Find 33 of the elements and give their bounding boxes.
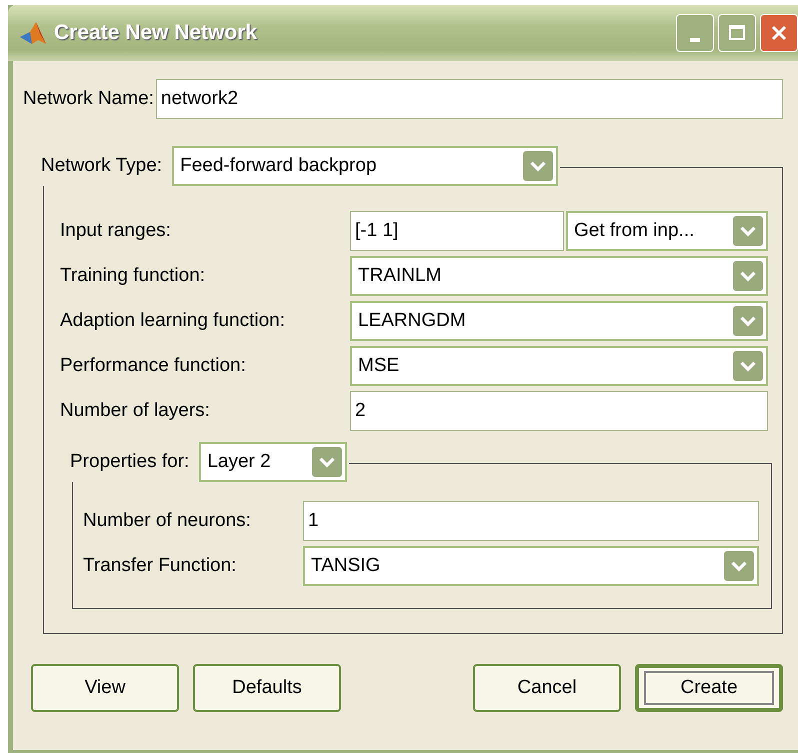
dialog-button[interactable]: View — [31, 664, 179, 712]
minimize-button[interactable] — [676, 14, 714, 52]
function-dropdown[interactable]: MSE — [350, 346, 768, 386]
number-field[interactable]: 1 — [303, 500, 759, 540]
dialog-button[interactable]: Defaults — [193, 664, 341, 712]
field-label: Network Name: — [23, 88, 154, 110]
dialog-button[interactable]: Cancel — [473, 664, 621, 712]
dialog-button[interactable]: Create — [635, 664, 783, 712]
field-label: Input ranges: — [60, 220, 172, 242]
number-field[interactable]: 2 — [350, 390, 768, 430]
window-title: Create New Network — [54, 21, 258, 45]
input-ranges-field[interactable]: [-1 1] — [350, 210, 564, 250]
function-dropdown[interactable]: TRAINLM — [350, 256, 768, 296]
minimize-icon — [690, 38, 700, 42]
source-dropdown[interactable]: Get from inp... — [566, 210, 768, 250]
field-label: Number of layers: — [60, 400, 211, 422]
network-name-field[interactable]: network2 — [156, 79, 783, 119]
layer-dropdown[interactable]: Layer 2 — [199, 442, 348, 482]
maximize-icon — [727, 23, 747, 43]
group-label: Properties for: — [70, 451, 190, 473]
field-label: Training function: — [60, 264, 206, 286]
maximize-button[interactable] — [718, 14, 756, 52]
close-button[interactable] — [760, 14, 798, 52]
network-type-dropdown[interactable]: Feed-forward backprop — [172, 146, 558, 186]
group-label: Network Type: — [41, 155, 162, 177]
field-label: Number of neurons: — [83, 510, 252, 532]
field-label: Performance function: — [60, 354, 247, 376]
field-label: Transfer Function: — [83, 554, 238, 576]
function-dropdown[interactable]: TANSIG — [303, 546, 759, 586]
function-dropdown[interactable]: LEARNGDM — [350, 300, 768, 340]
peak-logo-icon — [18, 20, 48, 46]
field-label: Adaption learning function: — [60, 310, 286, 332]
close-icon — [769, 23, 789, 43]
